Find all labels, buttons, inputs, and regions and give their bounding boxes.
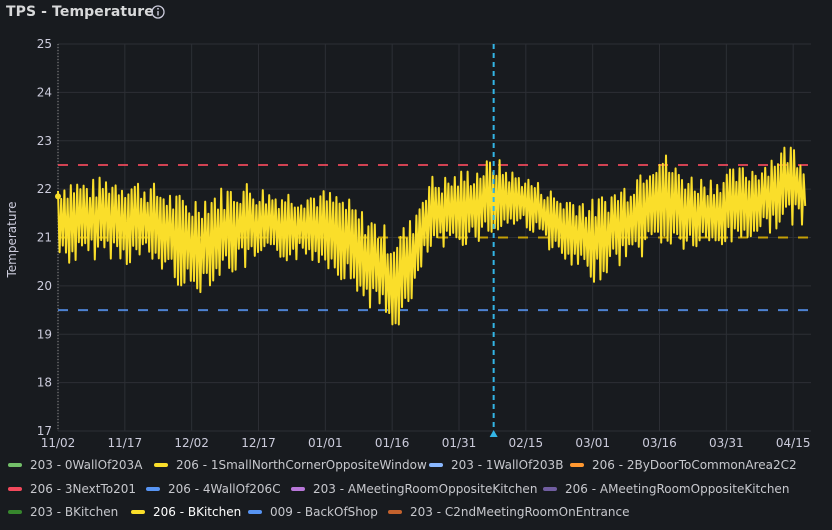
series-line-206-bkitchen [57, 146, 807, 326]
x-tick-label: 01/01 [308, 436, 343, 450]
legend-label: 203 - 1WallOf203B [451, 458, 564, 472]
legend-swatch [131, 510, 145, 514]
y-tick-label: 25 [37, 37, 52, 51]
legend-label: 206 - BKitchen [153, 505, 242, 519]
legend-swatch [291, 487, 305, 491]
y-tick-label: 23 [37, 134, 52, 148]
legend-item-206-4wallof206c[interactable]: 206 - 4WallOf206C [146, 478, 281, 500]
legend-item-009-backofshop[interactable]: 009 - BackOfShop [248, 501, 378, 523]
legend-label: 203 - C2ndMeetingRoomOnEntrance [410, 505, 630, 519]
legend-label: 206 - 1SmallNorthCornerOppositeWindow [176, 458, 427, 472]
legend-swatch [429, 463, 443, 467]
legend-item-203-c2ndmeetingroom[interactable]: 203 - C2ndMeetingRoomOnEntrance [388, 501, 629, 523]
chart-area[interactable]: 17181920212223242511/02 11/17 12/02 12/17 01… [0, 0, 832, 454]
x-tick-label: 03/31 [709, 436, 744, 450]
legend-item-206-2bydoor[interactable]: 206 - 2ByDoorToCommonArea2C2 [570, 454, 797, 476]
legend-row-3: 203 - BKitchen 206 - BKitchen 009 - Back… [0, 501, 832, 523]
legend-row-1: 203 - 0WallOf203A 206 - 1SmallNorthCorne… [0, 454, 832, 476]
legend-swatch [146, 487, 160, 491]
x-tick-label: 03/01 [575, 436, 610, 450]
x-tick-label: 11/02 [41, 436, 76, 450]
series-start-point [55, 193, 61, 200]
x-tick-label: 04/15 [776, 436, 811, 450]
legend-swatch [8, 463, 22, 467]
legend-label: 203 - 0WallOf203A [30, 458, 143, 472]
y-tick-label: 18 [37, 376, 52, 390]
x-tick-label: 01/16 [375, 436, 410, 450]
legend-swatch [248, 510, 262, 514]
legend-swatch [8, 487, 22, 491]
legend-item-206-3nextto201[interactable]: 206 - 3NextTo201 [8, 478, 136, 500]
y-tick-label: 24 [37, 85, 52, 99]
legend-swatch [8, 510, 22, 514]
legend: 203 - 0WallOf203A 206 - 1SmallNorthCorne… [0, 454, 832, 530]
legend-label: 009 - BackOfShop [270, 505, 378, 519]
legend-label: 206 - 3NextTo201 [30, 482, 136, 496]
legend-item-206-1smallnorthcorner[interactable]: 206 - 1SmallNorthCornerOppositeWindow [154, 454, 427, 476]
legend-item-203-0wallof203a[interactable]: 203 - 0WallOf203A [8, 454, 142, 476]
legend-item-203-1wallof203b[interactable]: 203 - 1WallOf203B [429, 454, 563, 476]
legend-label: 206 - 2ByDoorToCommonArea2C2 [592, 458, 797, 472]
x-tick-label: 11/17 [108, 436, 143, 450]
x-tick-label: 02/15 [509, 436, 544, 450]
x-tick-label: 12/17 [241, 436, 276, 450]
legend-item-206-bkitchen[interactable]: 206 - BKitchen [131, 501, 241, 523]
legend-label: 203 - BKitchen [30, 505, 119, 519]
legend-swatch [388, 510, 402, 514]
legend-swatch [154, 463, 168, 467]
x-tick-label: 12/02 [174, 436, 209, 450]
legend-swatch [570, 463, 584, 467]
y-tick-label: 21 [37, 231, 52, 245]
y-tick-label: 20 [37, 279, 52, 293]
legend-label: 206 - AMeetingRoomOppositeKitchen [565, 482, 790, 496]
y-tick-label: 22 [37, 182, 52, 196]
legend-label: 203 - AMeetingRoomOppositeKitchen [313, 482, 538, 496]
legend-item-203-ameetingroom[interactable]: 203 - AMeetingRoomOppositeKitchen [291, 478, 537, 500]
legend-item-203-bkitchen[interactable]: 203 - BKitchen [8, 501, 118, 523]
x-tick-label: 03/16 [642, 436, 677, 450]
y-tick-label: 19 [37, 327, 52, 341]
legend-swatch [543, 487, 557, 491]
y-axis-title: Temperature [5, 201, 19, 278]
legend-row-2: 206 - 3NextTo201 206 - 4WallOf206C 203 -… [0, 478, 832, 500]
x-tick-label: 01/31 [442, 436, 477, 450]
legend-item-206-ameetingroom[interactable]: 206 - AMeetingRoomOppositeKitchen [543, 478, 789, 500]
legend-label: 206 - 4WallOf206C [168, 482, 281, 496]
